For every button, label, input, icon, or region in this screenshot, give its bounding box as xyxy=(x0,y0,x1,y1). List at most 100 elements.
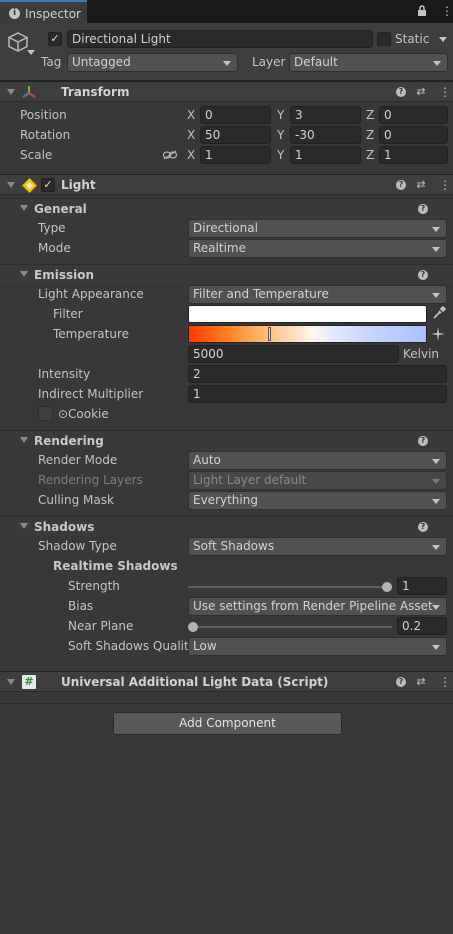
rendering-layers-dropdown: Light Layer default xyxy=(188,471,447,490)
indirect-multiplier-field[interactable]: 1 xyxy=(188,385,447,403)
filter-color-swatch[interactable] xyxy=(188,305,427,323)
temperature-slider-handle[interactable] xyxy=(268,327,271,341)
scale-x-field[interactable]: 1 xyxy=(200,146,271,164)
gameobject-cube-icon[interactable] xyxy=(7,31,29,53)
position-x-field[interactable]: 0 xyxy=(200,106,271,124)
layer-dropdown[interactable]: Default xyxy=(289,53,448,72)
lock-icon[interactable] xyxy=(417,5,427,17)
component-menu-icon[interactable]: ⋮ xyxy=(439,86,451,98)
chevron-down-icon xyxy=(432,293,440,298)
layer-value: Default xyxy=(294,55,338,69)
temperature-gradient-slider[interactable] xyxy=(188,325,427,343)
presets-icon[interactable]: ⇄ xyxy=(415,86,427,98)
position-label: Position xyxy=(20,108,67,122)
tag-dropdown[interactable]: Untagged xyxy=(67,53,238,72)
component-menu-icon[interactable]: ⋮ xyxy=(439,676,451,688)
transform-icon xyxy=(22,85,36,99)
rotation-y-field[interactable]: -30 xyxy=(290,126,361,144)
scale-z-field[interactable]: 1 xyxy=(379,146,448,164)
mode-dropdown[interactable]: Realtime xyxy=(188,239,447,258)
help-icon[interactable]: ? xyxy=(396,87,406,97)
temperature-field[interactable]: 5000 xyxy=(188,345,399,363)
chevron-down-icon xyxy=(432,227,440,232)
strength-field[interactable]: 1 xyxy=(397,577,447,595)
mode-label: Mode xyxy=(38,241,71,255)
eyedropper-icon[interactable] xyxy=(432,305,447,322)
light-enabled-checkbox[interactable]: ✓ xyxy=(41,178,55,192)
foldout-arrow-icon[interactable] xyxy=(7,89,15,95)
help-icon[interactable]: ? xyxy=(396,677,406,687)
help-icon[interactable]: ? xyxy=(418,204,428,214)
strength-slider-thumb[interactable] xyxy=(382,582,392,592)
intensity-field[interactable]: 2 xyxy=(188,365,447,383)
tab-menu-icon[interactable]: ⋮ xyxy=(441,5,453,17)
shadows-title: Shadows xyxy=(34,520,95,534)
position-z-label[interactable]: Z xyxy=(366,108,374,122)
near-plane-field[interactable]: 0.2 xyxy=(397,617,447,635)
csharp-script-icon: # xyxy=(22,675,36,689)
shadows-section-header[interactable]: Shadows ? xyxy=(0,516,453,536)
static-checkbox[interactable] xyxy=(377,32,391,46)
strength-slider-track[interactable] xyxy=(188,586,392,588)
object-name-field[interactable]: Directional Light xyxy=(67,30,373,48)
shadow-type-dropdown[interactable]: Soft Shadows xyxy=(188,537,447,556)
light-header[interactable]: ✓ Light ? ⇄ ⋮ xyxy=(0,174,453,195)
cookie-texture-slot[interactable] xyxy=(38,406,53,421)
near-plane-slider-thumb[interactable] xyxy=(188,622,198,632)
cookie-picker-icon[interactable]: ⊙ xyxy=(58,407,68,421)
bias-dropdown[interactable]: Use settings from Render Pipeline Asset xyxy=(188,597,447,616)
rotation-y-label[interactable]: Y xyxy=(277,128,284,142)
emission-title: Emission xyxy=(34,268,94,282)
foldout-arrow-icon[interactable] xyxy=(20,437,28,443)
rotation-x-field[interactable]: 50 xyxy=(200,126,271,144)
position-y-label[interactable]: Y xyxy=(277,108,284,122)
temperature-sparkle-icon[interactable] xyxy=(430,326,446,342)
foldout-arrow-icon[interactable] xyxy=(7,182,15,188)
static-dropdown-arrow[interactable] xyxy=(439,37,447,42)
foldout-arrow-icon[interactable] xyxy=(20,205,28,211)
scale-y-field[interactable]: 1 xyxy=(290,146,361,164)
presets-icon[interactable]: ⇄ xyxy=(415,676,427,688)
scale-x-label[interactable]: X xyxy=(187,148,195,162)
help-icon[interactable]: ? xyxy=(418,270,428,280)
emission-section-header[interactable]: Emission ? xyxy=(0,264,453,284)
general-section-header[interactable]: General ? xyxy=(0,198,453,218)
type-dropdown[interactable]: Directional xyxy=(188,219,447,238)
tab-label: Inspector xyxy=(25,7,81,21)
scale-z-label[interactable]: Z xyxy=(366,148,374,162)
tag-label: Tag xyxy=(41,55,62,69)
help-icon[interactable]: ? xyxy=(396,180,406,190)
help-icon[interactable]: ? xyxy=(418,436,428,446)
constrain-proportions-icon[interactable] xyxy=(162,149,178,160)
near-plane-slider-track[interactable] xyxy=(188,626,392,628)
render-mode-label: Render Mode xyxy=(38,453,118,467)
foldout-arrow-icon[interactable] xyxy=(20,523,28,529)
active-checkbox[interactable]: ✓ xyxy=(48,32,62,46)
position-x-label[interactable]: X xyxy=(187,108,195,122)
soft-shadows-quality-dropdown[interactable]: Low xyxy=(188,637,447,656)
scale-y-label[interactable]: Y xyxy=(277,148,284,162)
foldout-arrow-icon[interactable] xyxy=(20,271,28,277)
icon-dropdown-arrow[interactable] xyxy=(27,50,35,55)
add-component-button[interactable]: Add Component xyxy=(113,712,342,735)
scale-label: Scale xyxy=(20,148,53,162)
render-mode-dropdown[interactable]: Auto xyxy=(188,451,447,470)
chevron-down-icon xyxy=(432,499,440,504)
foldout-arrow-icon[interactable] xyxy=(7,679,15,685)
rotation-x-label[interactable]: X xyxy=(187,128,195,142)
transform-header[interactable]: Transform ? ⇄ ⋮ xyxy=(0,81,453,102)
component-menu-icon[interactable]: ⋮ xyxy=(439,179,451,191)
script-component-header[interactable]: # Universal Additional Light Data (Scrip… xyxy=(0,671,453,692)
near-plane-label: Near Plane xyxy=(68,619,134,633)
help-icon[interactable]: ? xyxy=(418,522,428,532)
culling-mask-dropdown[interactable]: Everything xyxy=(188,491,447,510)
position-z-field[interactable]: 0 xyxy=(379,106,448,124)
tab-inspector[interactable]: i Inspector xyxy=(0,0,87,23)
position-y-field[interactable]: 3 xyxy=(290,106,361,124)
culling-mask-label: Culling Mask xyxy=(38,493,114,507)
rotation-z-field[interactable]: 0 xyxy=(379,126,448,144)
rotation-z-label[interactable]: Z xyxy=(366,128,374,142)
presets-icon[interactable]: ⇄ xyxy=(415,179,427,191)
rendering-section-header[interactable]: Rendering ? xyxy=(0,430,453,450)
light-appearance-dropdown[interactable]: Filter and Temperature xyxy=(188,285,447,304)
